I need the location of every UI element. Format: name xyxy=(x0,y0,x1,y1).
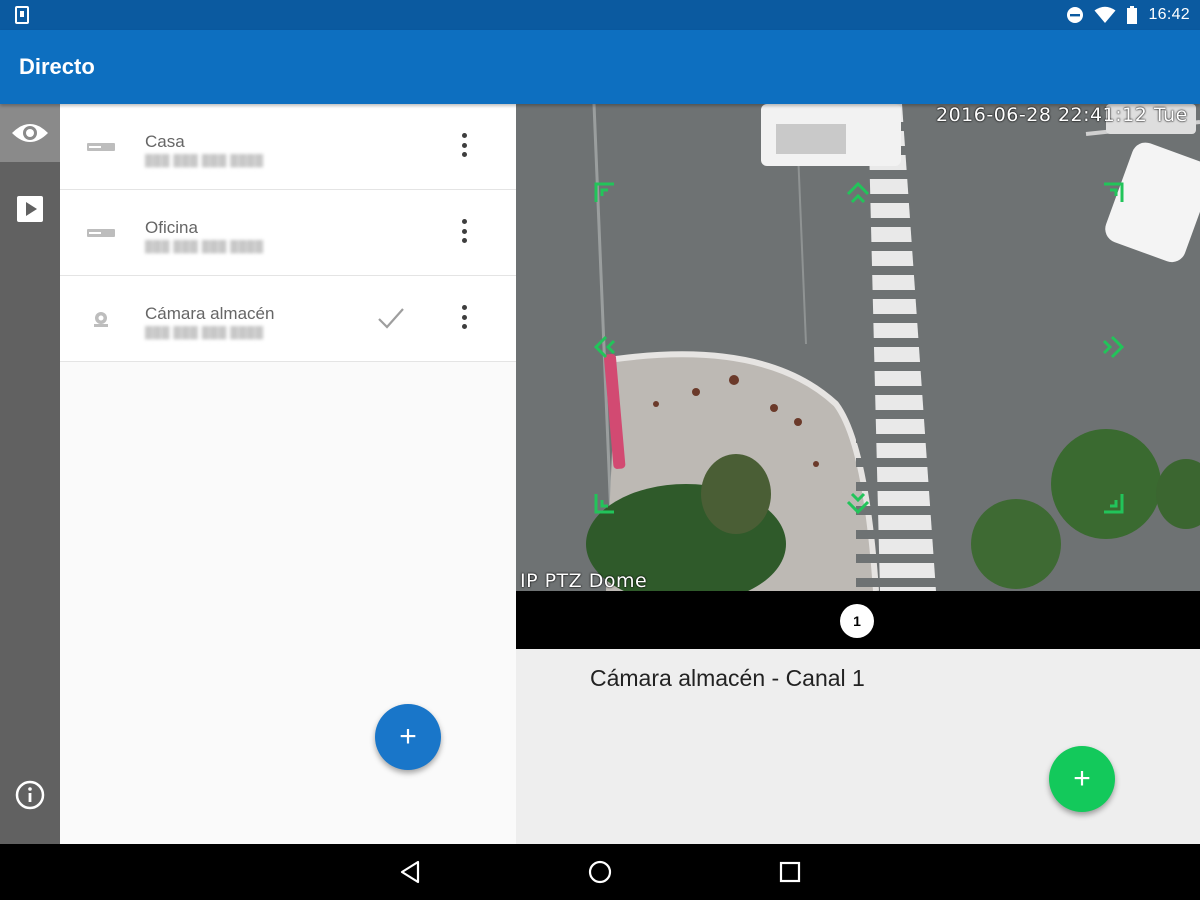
page-title: Directo xyxy=(19,54,95,79)
overflow-menu-icon[interactable] xyxy=(452,130,476,160)
dvr-icon xyxy=(86,134,116,160)
do-not-disturb-icon xyxy=(1067,7,1084,23)
ptz-down-left-icon[interactable] xyxy=(592,490,618,516)
osd-camera-name: IP PTZ Dome xyxy=(520,570,648,591)
status-bar: 16:42 xyxy=(0,0,1200,30)
add-device-button[interactable]: + xyxy=(375,704,441,770)
back-icon xyxy=(400,860,420,884)
wifi-icon xyxy=(1094,6,1116,23)
home-icon xyxy=(588,860,612,884)
navigation-rail xyxy=(0,104,60,844)
status-time: 16:42 xyxy=(1148,6,1190,23)
camera-feed-image xyxy=(516,104,1200,591)
list-item[interactable]: Casa ███ ███ ███ ████ xyxy=(60,104,516,190)
dvr-icon xyxy=(86,220,116,246)
device-name: Casa xyxy=(145,132,185,151)
camera-icon xyxy=(86,306,116,332)
add-channel-button[interactable]: + xyxy=(1049,746,1115,812)
device-address: ███ ███ ███ ████ xyxy=(145,155,264,167)
rail-item-info[interactable] xyxy=(0,766,60,824)
home-button[interactable] xyxy=(586,858,614,886)
eye-icon xyxy=(12,124,48,142)
phone-screenshot-icon xyxy=(15,6,29,24)
rail-item-live-view[interactable] xyxy=(0,104,60,162)
device-list: Casa ███ ███ ███ ████ Oficina ███ ███ ██… xyxy=(60,104,516,844)
list-item[interactable]: Cámara almacén ███ ███ ███ ████ xyxy=(60,276,516,362)
rail-item-playback[interactable] xyxy=(0,180,60,238)
osd-timestamp: 2016-06-28 22:41:12 Tue xyxy=(936,104,1188,126)
device-address: ███ ███ ███ ████ xyxy=(145,327,264,339)
recents-button[interactable] xyxy=(776,858,804,886)
system-navigation-bar xyxy=(0,844,1200,900)
live-video-view[interactable]: 2016-06-28 22:41:12 Tue IP PTZ Dome xyxy=(516,104,1200,591)
play-icon xyxy=(17,196,43,222)
ptz-up-icon[interactable] xyxy=(845,180,871,206)
device-name: Oficina xyxy=(145,218,198,237)
overflow-menu-icon[interactable] xyxy=(452,302,476,332)
recents-icon xyxy=(779,861,801,883)
channel-info-panel: Cámara almacén - Canal 1 + xyxy=(516,649,1200,844)
back-button[interactable] xyxy=(396,858,424,886)
device-address: ███ ███ ███ ████ xyxy=(145,241,264,253)
ptz-right-icon[interactable] xyxy=(1100,334,1126,360)
ptz-down-right-icon[interactable] xyxy=(1100,490,1126,516)
app-toolbar: Directo xyxy=(0,30,1200,104)
ptz-up-left-icon[interactable] xyxy=(592,180,618,206)
page-number-badge[interactable]: 1 xyxy=(840,604,874,638)
video-page-indicator: 1 xyxy=(516,591,1200,649)
ptz-left-icon[interactable] xyxy=(592,334,618,360)
check-icon xyxy=(378,308,404,329)
battery-icon xyxy=(1127,6,1138,24)
overflow-menu-icon[interactable] xyxy=(452,216,476,246)
ptz-down-icon[interactable] xyxy=(845,490,871,516)
channel-label: Cámara almacén - Canal 1 xyxy=(590,665,865,691)
ptz-up-right-icon[interactable] xyxy=(1100,180,1126,206)
info-icon xyxy=(15,780,45,810)
list-item[interactable]: Oficina ███ ███ ███ ████ xyxy=(60,190,516,276)
device-name: Cámara almacén xyxy=(145,304,275,323)
